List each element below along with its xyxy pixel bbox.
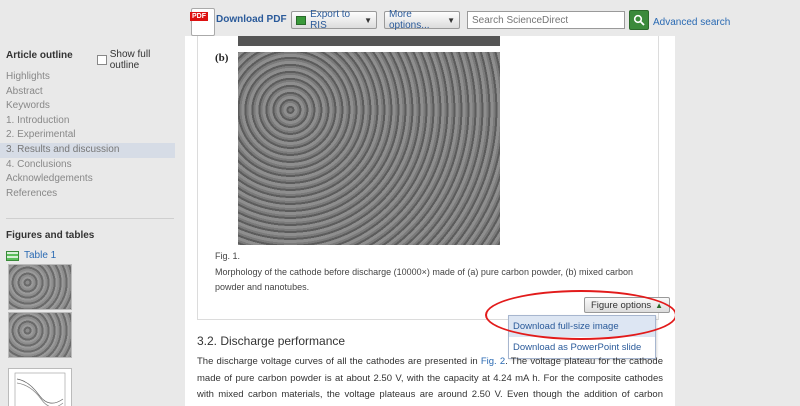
outline-item-abstract[interactable]: Abstract — [0, 85, 175, 100]
export-ris-button[interactable]: Export to RIS ▼ — [291, 9, 377, 31]
scale-bar-label: 1 µm — [510, 245, 523, 265]
chevron-down-icon: ▼ — [447, 15, 455, 25]
figure-thumbnail-1a[interactable] — [8, 264, 72, 310]
show-full-outline-checkbox[interactable] — [97, 55, 107, 65]
outline-item-experimental[interactable]: 2. Experimental — [0, 128, 175, 143]
section-paragraph: The discharge voltage curves of all the … — [197, 354, 663, 406]
show-full-outline-toggle[interactable]: Show full outline — [97, 49, 180, 71]
download-pdf-link[interactable]: Download PDF — [216, 14, 287, 25]
export-icon — [296, 15, 307, 25]
pdf-icon[interactable]: PDF — [190, 8, 215, 36]
figure-2-link[interactable]: Fig. 2 — [481, 356, 505, 367]
pdf-icon-tag: PDF — [190, 12, 208, 21]
paragraph-text-start: The discharge voltage curves of all the … — [197, 356, 481, 367]
search-button[interactable] — [629, 10, 649, 30]
figure-panel-a-image — [238, 36, 500, 46]
chevron-down-icon: ▼ — [364, 15, 372, 25]
outline-item-highlights[interactable]: Highlights — [0, 70, 175, 85]
figures-tables-title: Figures and tables — [6, 230, 95, 241]
outline-item-references[interactable]: References — [0, 187, 175, 202]
figure-thumbnail-1b[interactable] — [8, 312, 72, 358]
left-sidebar: Article outline Show full outline Highli… — [0, 0, 180, 406]
table-1-link[interactable]: Table 1 — [6, 250, 56, 261]
scale-bar — [478, 250, 504, 252]
figure-options-label: Figure options — [590, 299, 652, 311]
export-ris-label: Export to RIS — [310, 9, 351, 31]
outline-item-results[interactable]: 3. Results and discussion — [0, 142, 175, 158]
article-toolbar: PDF Download PDF Export to RIS ▼ More op… — [185, 6, 800, 36]
outline-item-acknowledgements[interactable]: Acknowledgements — [0, 172, 175, 187]
table-1-label: Table 1 — [24, 250, 57, 261]
figure-thumbnail-2[interactable] — [8, 368, 72, 406]
table-icon — [6, 250, 19, 261]
figure-label: Fig. 1. — [215, 251, 241, 261]
show-full-outline-label: Show full outline — [109, 49, 151, 71]
figure-options-button[interactable]: Figure options ▲ — [584, 297, 670, 313]
chevron-up-icon: ▲ — [655, 300, 664, 310]
figure-1: (b) 1 µm Fig. 1. Morphology of the catho… — [197, 36, 670, 320]
article-body: (b) 1 µm Fig. 1. Morphology of the catho… — [185, 36, 677, 406]
search-icon — [633, 14, 645, 26]
figure-panel-b-image[interactable]: 1 µm — [238, 52, 523, 265]
right-gutter — [675, 36, 800, 406]
plot-thumbnail-graphic — [14, 372, 66, 406]
advanced-search-link[interactable]: Advanced search — [653, 17, 730, 28]
sidebar-divider — [6, 218, 174, 219]
search-input[interactable] — [467, 11, 625, 29]
outline-item-introduction[interactable]: 1. Introduction — [0, 114, 175, 129]
outline-item-keywords[interactable]: Keywords — [0, 99, 175, 114]
section-title: 3.2. Discharge performance — [197, 334, 346, 348]
more-options-label: More options... — [389, 9, 430, 31]
figure-caption: Morphology of the cathode before dischar… — [215, 267, 633, 292]
menu-item-download-full-size[interactable]: Download full-size image — [509, 316, 655, 337]
figure-options-menu: Download full-size image Download as Pow… — [508, 315, 656, 359]
outline-item-conclusions[interactable]: 4. Conclusions — [0, 158, 175, 173]
outline-list: Highlights Abstract Keywords 1. Introduc… — [0, 70, 175, 201]
more-options-button[interactable]: More options... ▼ — [384, 9, 460, 31]
article-outline-title: Article outline — [6, 50, 73, 61]
figure-panel-label: (b) — [215, 52, 229, 64]
